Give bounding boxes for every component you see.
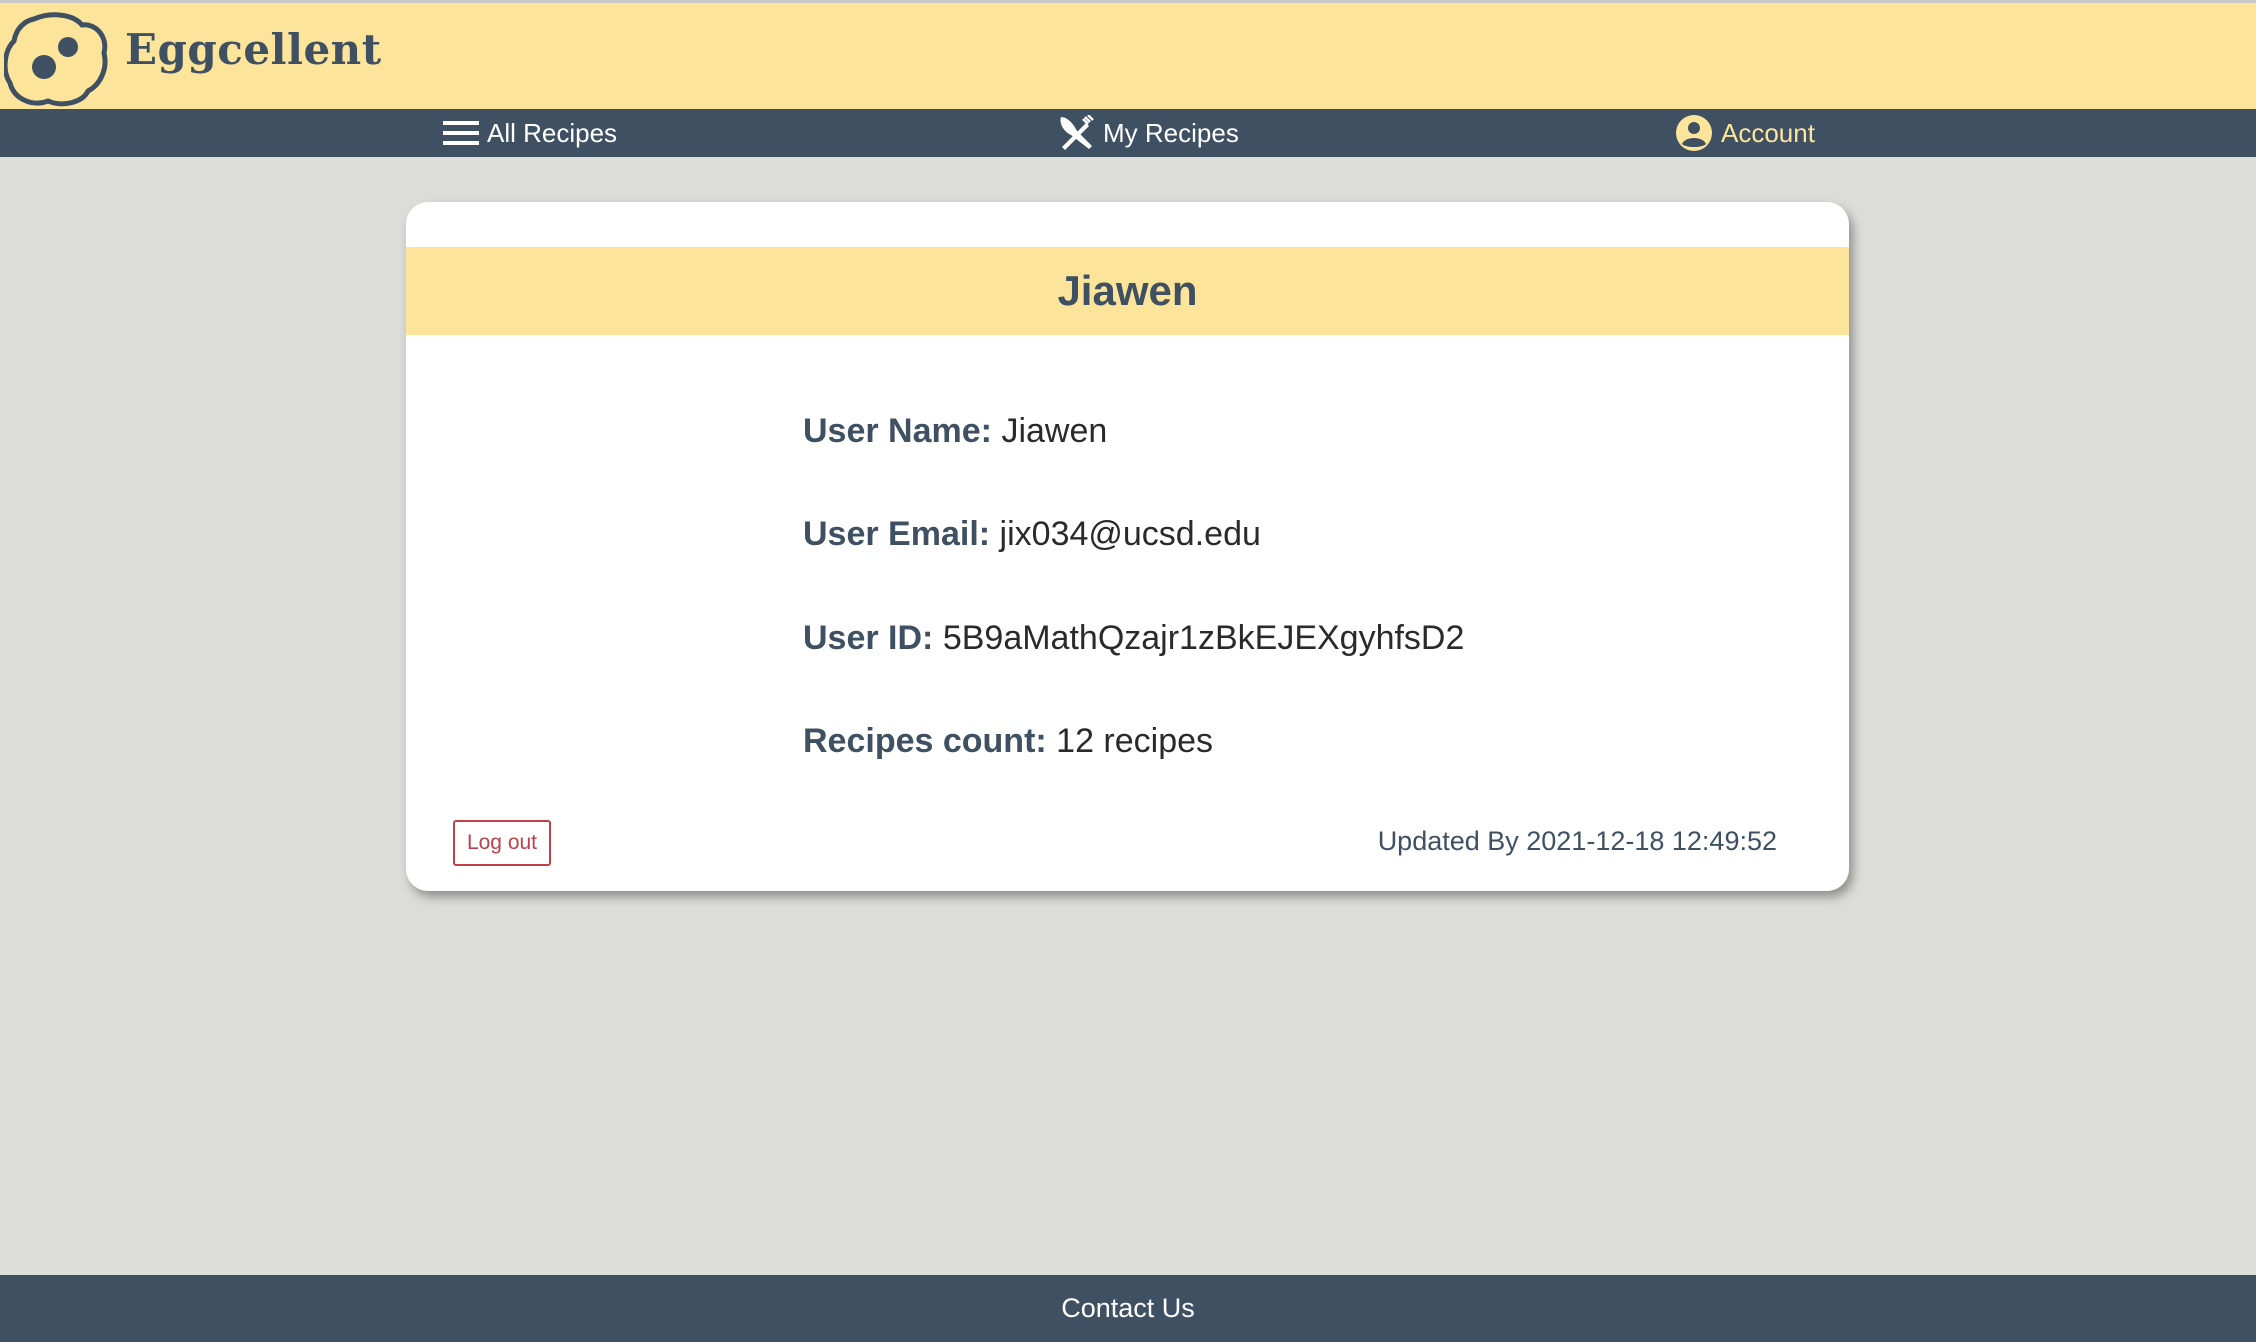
recipes-count-label: Recipes count: <box>803 722 1047 760</box>
user-id-value: 5B9aMathQzajr1zBkEJEXgyhfsD2 <box>942 619 1465 657</box>
user-circle-icon <box>1676 115 1712 151</box>
recipes-count-row: Recipes count: 12 recipes <box>803 722 1213 761</box>
user-id-row: User ID: 5B9aMathQzajr1zBkEJEXgyhfsD2 <box>803 619 1464 658</box>
profile-title: Jiawen <box>1057 267 1198 314</box>
site-header: Eggcellent <box>0 0 2256 109</box>
user-name-row: User Name: Jiawen <box>803 412 1107 451</box>
user-name-value: Jiawen <box>1001 412 1108 450</box>
menu-icon <box>443 121 479 145</box>
brand-name[interactable]: Eggcellent <box>125 25 382 74</box>
card-header: Jiawen <box>406 247 1849 335</box>
nav-my-recipes[interactable]: My Recipes <box>1057 109 1239 157</box>
egg-logo-icon[interactable] <box>4 11 108 107</box>
site-footer: Contact Us <box>0 1275 2256 1342</box>
account-card: Jiawen User Name: Jiawen User Email: jix… <box>406 202 1849 891</box>
user-email-label: User Email: <box>803 515 991 553</box>
nav-all-recipes-label: All Recipes <box>487 117 618 148</box>
recipes-count-value: 12 recipes <box>1056 722 1214 760</box>
updated-timestamp: Updated By 2021-12-18 12:49:52 <box>1377 826 1777 856</box>
user-email-row: User Email: jix034@ucsd.edu <box>803 515 1261 554</box>
main-nav: All Recipes My Recipes Account <box>0 109 2256 157</box>
nav-account-label: Account <box>1721 117 1815 148</box>
contact-us-link[interactable]: Contact Us <box>1061 1293 1195 1324</box>
user-name-label: User Name: <box>803 412 992 450</box>
user-id-label: User ID: <box>803 619 934 657</box>
logout-button[interactable]: Log out <box>453 820 551 866</box>
nav-my-recipes-label: My Recipes <box>1103 117 1239 148</box>
user-email-value: jix034@ucsd.edu <box>999 515 1261 553</box>
nav-account[interactable]: Account <box>1675 109 1815 157</box>
nav-all-recipes[interactable]: All Recipes <box>443 109 617 157</box>
utensils-icon <box>1060 115 1094 150</box>
